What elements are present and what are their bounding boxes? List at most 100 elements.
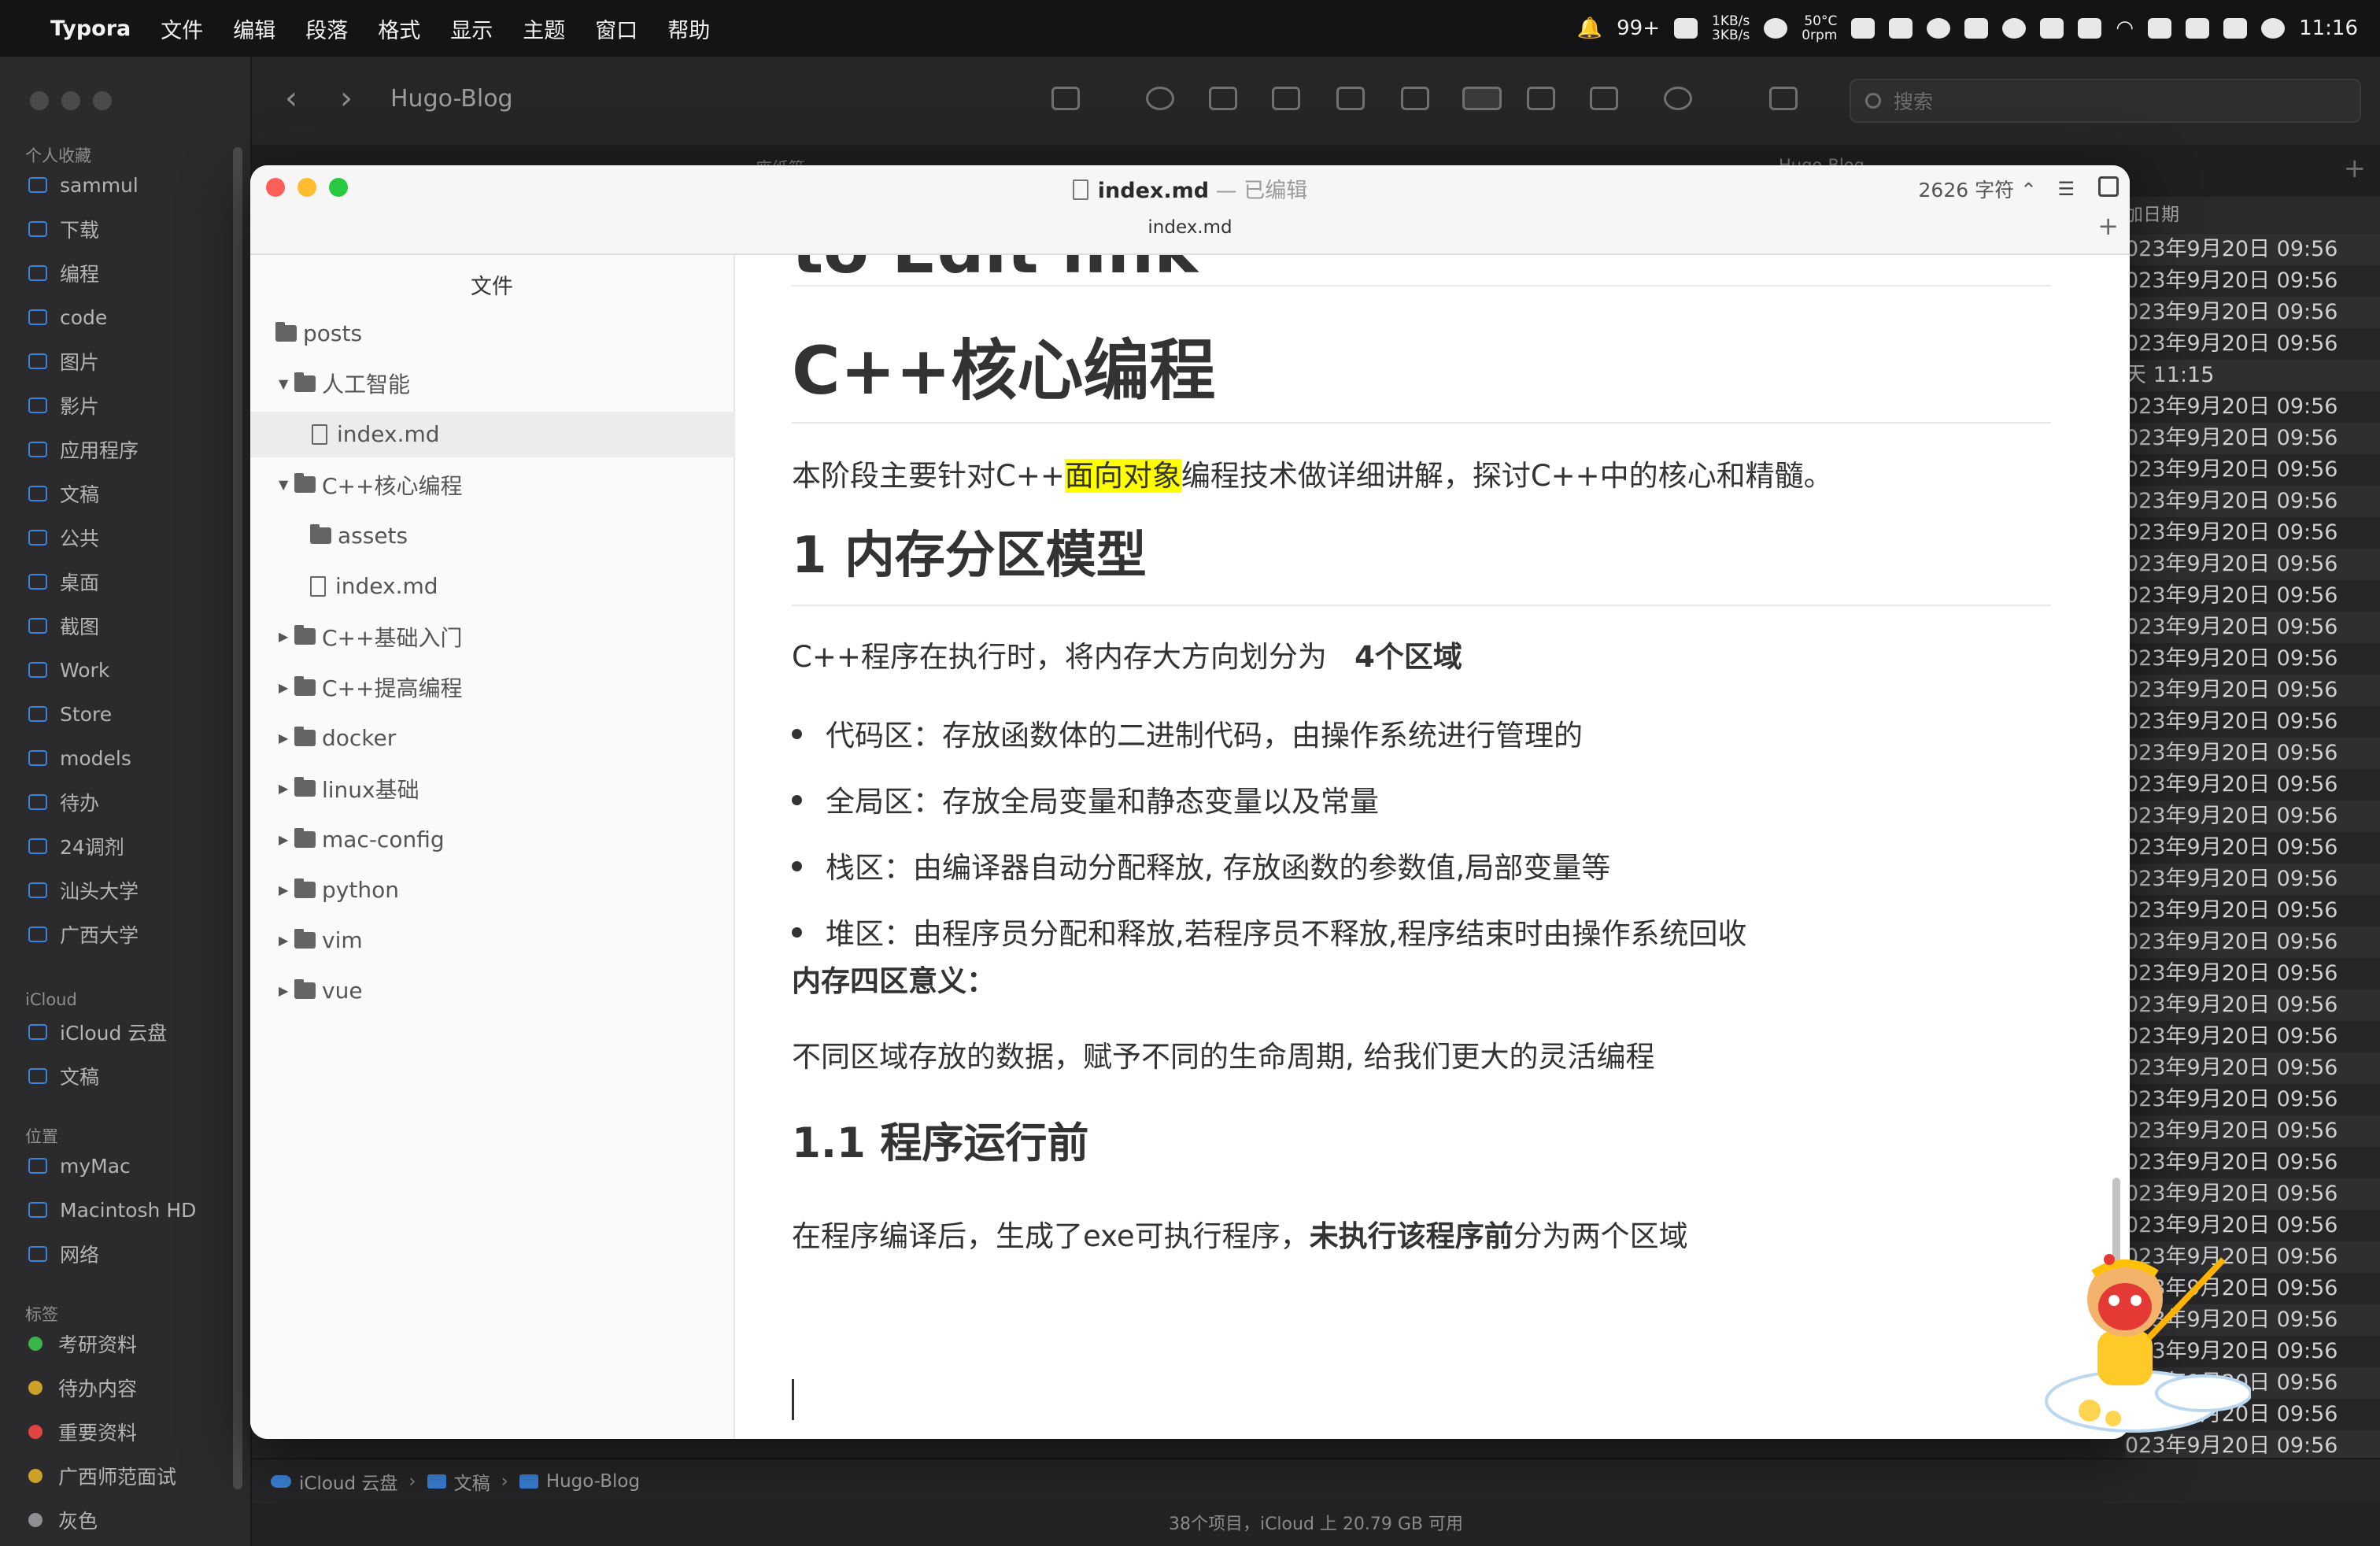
disclosure-closed-icon[interactable]: ▶ bbox=[279, 781, 294, 796]
tag-icon[interactable] bbox=[1209, 87, 1237, 110]
date-added-cell[interactable]: 023年9月20日 09:56 bbox=[2125, 517, 2380, 549]
disclosure-closed-icon[interactable]: ▶ bbox=[279, 730, 294, 745]
file-tree-folder[interactable]: ▶ python bbox=[279, 867, 399, 912]
share-icon[interactable] bbox=[1272, 87, 1300, 110]
path-hugo-blog[interactable]: Hugo-Blog bbox=[519, 1471, 640, 1492]
disclosure-closed-icon[interactable]: ▶ bbox=[279, 983, 294, 998]
disclosure-open-icon[interactable]: ▼ bbox=[279, 376, 294, 391]
gallery-view-icon[interactable] bbox=[1590, 87, 1618, 110]
sidebar-item[interactable]: Store bbox=[28, 694, 112, 734]
date-added-column-header[interactable]: 加日期 bbox=[2125, 197, 2380, 233]
date-added-cell[interactable]: 023年9月20日 09:56 bbox=[2125, 832, 2380, 864]
sidebar-item[interactable]: 图片 bbox=[28, 342, 99, 381]
sidebar-item[interactable]: 应用程序 bbox=[28, 430, 139, 469]
disclosure-open-icon[interactable]: ▼ bbox=[279, 477, 294, 492]
wifi-icon[interactable]: ◠ bbox=[2116, 17, 2134, 40]
sidebar-item[interactable]: 编程 bbox=[28, 253, 99, 293]
file-tree-file[interactable]: index.md bbox=[310, 564, 438, 609]
date-added-cell[interactable]: 023年9月20日 09:56 bbox=[2125, 454, 2380, 486]
date-added-cell[interactable]: 023年9月20日 09:56 bbox=[2125, 864, 2380, 895]
forward-button[interactable]: › bbox=[340, 80, 353, 117]
word-count[interactable]: 2626 字符 ⌃ bbox=[1919, 175, 2037, 203]
date-added-cell[interactable]: 023年9月20日 09:56 bbox=[2125, 423, 2380, 454]
menu-file[interactable]: 文件 bbox=[161, 13, 203, 44]
file-tree-folder[interactable]: ▶ C++提高编程 bbox=[279, 664, 462, 710]
disclosure-closed-icon[interactable]: ▶ bbox=[279, 882, 294, 897]
notification-count[interactable]: 99+ bbox=[1617, 17, 1660, 40]
new-tab-button[interactable]: + bbox=[2344, 153, 2367, 184]
date-added-cell[interactable]: 023年9月20日 09:56 bbox=[2125, 769, 2380, 801]
sidebar-toggle-icon[interactable] bbox=[2098, 176, 2119, 197]
date-added-cell[interactable]: 023年9月20日 09:56 bbox=[2125, 958, 2380, 989]
app-menu[interactable]: Typora bbox=[50, 17, 131, 41]
sidebar-item[interactable]: 下载 bbox=[28, 209, 99, 249]
menu-edit[interactable]: 编辑 bbox=[233, 13, 275, 44]
file-tree-folder[interactable]: ▶ vim bbox=[279, 918, 363, 963]
file-tree-folder[interactable]: ▶ linux基础 bbox=[279, 766, 419, 812]
outline-icon[interactable]: ☰ bbox=[2057, 178, 2075, 200]
sidebar-item[interactable]: 广西大学 bbox=[28, 915, 139, 954]
file-tree-file[interactable]: index.md bbox=[250, 411, 795, 457]
sidebar-item[interactable]: code bbox=[28, 298, 107, 337]
app-action-icon[interactable] bbox=[1769, 87, 1798, 110]
document-tab[interactable]: index.md bbox=[250, 217, 2130, 238]
editor[interactable]: to Edit link C++核心编程 本阶段主要针对C++面向对象编程技术做… bbox=[735, 255, 2130, 1439]
menu-theme[interactable]: 主题 bbox=[523, 13, 565, 44]
windows-icon[interactable] bbox=[2040, 18, 2064, 39]
sidebar-item[interactable]: models bbox=[28, 738, 131, 778]
display-icon[interactable] bbox=[2078, 18, 2102, 39]
sidebar-item[interactable]: Macintosh HD bbox=[28, 1190, 196, 1230]
disclosure-closed-icon[interactable]: ▶ bbox=[279, 629, 294, 644]
keyboard-icon[interactable] bbox=[1889, 18, 1913, 39]
cat-icon[interactable] bbox=[1674, 18, 1698, 39]
play-icon[interactable] bbox=[2002, 18, 2027, 39]
sidebar-item[interactable]: 文稿 bbox=[28, 1056, 99, 1096]
airdrop-icon[interactable] bbox=[1146, 87, 1174, 110]
path-documents[interactable]: 文稿 bbox=[427, 1468, 490, 1495]
menu-view[interactable]: 显示 bbox=[450, 13, 493, 44]
sidebar-item[interactable]: 公共 bbox=[28, 518, 99, 557]
back-button[interactable]: ‹ bbox=[285, 80, 298, 117]
menu-help[interactable]: 帮助 bbox=[667, 13, 710, 44]
sensor-readout[interactable]: 50°C 0rpm bbox=[1802, 14, 1837, 43]
date-added-cell[interactable]: 023年9月20日 09:56 bbox=[2125, 486, 2380, 517]
icon-view-icon[interactable] bbox=[1401, 87, 1429, 110]
date-added-cell[interactable]: 023年9月20日 09:56 bbox=[2125, 801, 2380, 832]
sidebar-item[interactable]: 汕头大学 bbox=[28, 871, 139, 910]
date-added-cell[interactable]: 023年9月20日 09:56 bbox=[2125, 234, 2380, 265]
sidebar-item[interactable]: 影片 bbox=[28, 386, 99, 425]
date-added-cell[interactable]: 023年9月20日 09:56 bbox=[2125, 297, 2380, 328]
date-added-cell[interactable]: 023年9月20日 09:56 bbox=[2125, 895, 2380, 926]
date-added-cell[interactable]: 023年9月20日 09:56 bbox=[2125, 926, 2380, 958]
date-added-cell[interactable]: 023年9月20日 09:56 bbox=[2125, 1021, 2380, 1052]
finder-close-button[interactable] bbox=[30, 91, 49, 110]
sidebar-item[interactable]: 待办内容 bbox=[28, 1368, 137, 1407]
file-tree-folder[interactable]: ▶ mac-config bbox=[279, 816, 445, 862]
date-added-cell[interactable]: 天 11:15 bbox=[2125, 360, 2380, 391]
date-added-cell[interactable]: 023年9月20日 09:56 bbox=[2125, 1084, 2380, 1115]
sidebar-item[interactable]: sammul bbox=[28, 165, 139, 205]
clock[interactable]: 11:16 bbox=[2299, 17, 2358, 40]
file-tree-folder[interactable]: ▼ 人工智能 bbox=[279, 361, 410, 406]
date-added-cell[interactable]: 023年9月20日 09:56 bbox=[2125, 580, 2380, 612]
file-tree-folder[interactable]: assets bbox=[310, 512, 408, 558]
dictionary-icon[interactable] bbox=[2148, 18, 2172, 39]
sidebar-item[interactable]: 广西师范面试 bbox=[28, 1456, 176, 1496]
file-tree-folder[interactable]: ▶ docker bbox=[279, 715, 396, 760]
menu-format[interactable]: 格式 bbox=[378, 13, 420, 44]
sidebar-item[interactable]: 文稿 bbox=[28, 474, 99, 513]
sidebar-item[interactable]: 网络 bbox=[28, 1234, 99, 1274]
sidebar-item[interactable]: 24调剂 bbox=[28, 827, 124, 866]
date-added-cell[interactable]: 023年9月20日 09:56 bbox=[2125, 706, 2380, 738]
new-tab-button[interactable]: + bbox=[2097, 211, 2119, 241]
file-tree-folder[interactable]: ▼ C++核心编程 bbox=[279, 462, 462, 508]
sidebar-item[interactable]: iCloud 云盘 bbox=[28, 1012, 167, 1052]
date-added-cell[interactable]: 023年9月20日 09:56 bbox=[2125, 1115, 2380, 1147]
file-tree-folder[interactable]: ▶ C++基础入门 bbox=[279, 614, 462, 660]
finder-sidebar-scrollbar[interactable] bbox=[233, 147, 242, 1489]
menu-paragraph[interactable]: 段落 bbox=[305, 13, 348, 44]
sidebar-item[interactable]: Work bbox=[28, 650, 109, 690]
sidebar-item[interactable]: myMac bbox=[28, 1146, 131, 1185]
sidebar-item[interactable]: 重要资料 bbox=[28, 1412, 137, 1452]
app-status-icon[interactable] bbox=[1851, 18, 1876, 39]
